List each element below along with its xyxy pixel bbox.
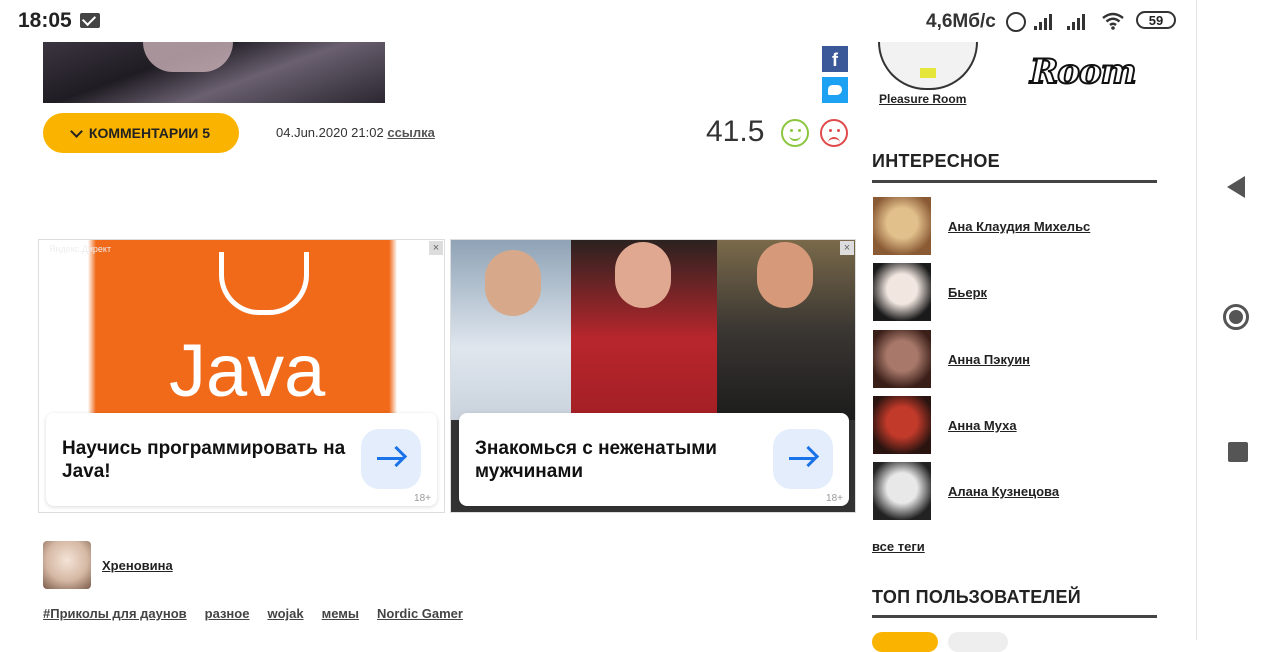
comments-button[interactable]: КОММЕНТАРИИ 5	[43, 113, 239, 153]
ad-provider-label: Яндекс.Директ	[49, 244, 112, 254]
home-icon[interactable]	[1223, 304, 1249, 330]
avatar[interactable]	[43, 541, 91, 589]
ad-close-icon[interactable]: ×	[429, 241, 443, 255]
top-users-tab[interactable]	[948, 632, 1008, 652]
tag-link[interactable]: разное	[205, 606, 250, 621]
ad-java[interactable]: Java Яндекс.Директ × Научись программиро…	[38, 239, 445, 513]
post-tags: #Приколы для даунов разное wojak мемы No…	[43, 606, 463, 621]
status-time: 18:05	[18, 9, 72, 32]
interesting-item-name[interactable]: Анна Муха	[948, 418, 1017, 433]
author-name[interactable]: Хреновина	[102, 558, 173, 573]
vote-down-icon[interactable]	[820, 119, 848, 147]
ad-age-rating: 18+	[826, 493, 843, 504]
interesting-item[interactable]: Бьерк	[873, 263, 1153, 321]
divider	[872, 180, 1157, 183]
interesting-item-name[interactable]: Бьерк	[948, 285, 987, 300]
person-thumbnail[interactable]	[873, 396, 931, 454]
post-date: 04.Jun.2020 21:02	[276, 125, 384, 140]
network-speed: 4,6Мб/с	[926, 11, 996, 32]
interesting-item[interactable]: Ана Клаудия Михельс	[873, 197, 1153, 255]
post-image[interactable]	[43, 42, 385, 103]
chevron-down-icon	[70, 124, 83, 138]
divider	[872, 615, 1157, 618]
ad-age-rating: 18+	[414, 493, 431, 504]
tag-link[interactable]: wojak	[267, 606, 303, 621]
top-users-heading: ТОП ПОЛЬЗОВАТЕЛЕЙ	[872, 587, 1082, 607]
person-thumbnail[interactable]	[873, 263, 931, 321]
facebook-share-icon[interactable]: f	[822, 46, 848, 72]
interesting-heading: ИНТЕРЕСНОЕ	[872, 151, 1000, 171]
mail-icon	[80, 13, 100, 28]
tag-link[interactable]: Nordic Gamer	[377, 606, 463, 621]
ad-dating[interactable]: × Знакомься с неженатыми мужчинами 18+	[450, 239, 856, 513]
person-thumbnail[interactable]	[873, 197, 931, 255]
battery-indicator: 59	[1136, 11, 1176, 29]
interesting-item[interactable]: Анна Пэкуин	[873, 330, 1153, 388]
ad-java-image: Java	[39, 240, 444, 420]
ad-title: Знакомься с неженатыми мужчинами	[475, 438, 717, 482]
interesting-item-name[interactable]: Ана Клаудия Михельс	[948, 219, 1090, 234]
ad-dating-image	[451, 240, 855, 420]
all-tags-link[interactable]: все теги	[872, 539, 925, 554]
comments-label: КОММЕНТАРИИ 5	[88, 125, 211, 141]
person-thumbnail[interactable]	[873, 462, 931, 520]
person-thumbnail[interactable]	[873, 330, 931, 388]
post-rating: 41.5	[706, 115, 765, 148]
tag-link[interactable]: #Приколы для даунов	[43, 606, 187, 621]
wifi-icon	[1102, 12, 1124, 30]
android-nav-bar	[1196, 0, 1280, 640]
tag-link[interactable]: мемы	[322, 606, 359, 621]
ad-title: Научись программировать на Java!	[62, 438, 346, 482]
arrow-right-icon[interactable]	[361, 429, 421, 489]
interesting-item-name[interactable]: Анна Пэкуин	[948, 352, 1030, 367]
signal-icon-2	[1067, 14, 1089, 30]
java-cup-icon	[219, 252, 309, 315]
post-permalink[interactable]: ссылка	[387, 125, 435, 140]
top-users-tab[interactable]	[872, 632, 938, 652]
interesting-item-name[interactable]: Алана Кузнецова	[948, 484, 1059, 499]
alarm-icon	[1006, 12, 1026, 32]
vote-up-icon[interactable]	[781, 119, 809, 147]
partner-link[interactable]: Pleasure Room	[879, 92, 966, 106]
recent-apps-icon[interactable]	[1228, 442, 1248, 462]
twitter-share-icon[interactable]	[822, 77, 848, 103]
room-logo[interactable]: Room	[1029, 51, 1138, 93]
post-meta: 04.Jun.2020 21:02 ссылка	[276, 125, 435, 140]
interesting-item[interactable]: Анна Муха	[873, 396, 1153, 454]
ad-card[interactable]: Знакомься с неженатыми мужчинами 18+	[459, 413, 849, 506]
interesting-item[interactable]: Алана Кузнецова	[873, 462, 1153, 520]
signal-icon	[1034, 14, 1056, 30]
arrow-right-icon[interactable]	[773, 429, 833, 489]
status-bar: 18:05 4,6Мб/с 59	[0, 0, 1196, 42]
back-icon[interactable]	[1227, 176, 1245, 198]
ad-card[interactable]: Научись программировать на Java! 18+	[46, 413, 437, 506]
java-logo-text: Java	[169, 329, 326, 412]
ad-close-icon[interactable]: ×	[840, 241, 854, 255]
